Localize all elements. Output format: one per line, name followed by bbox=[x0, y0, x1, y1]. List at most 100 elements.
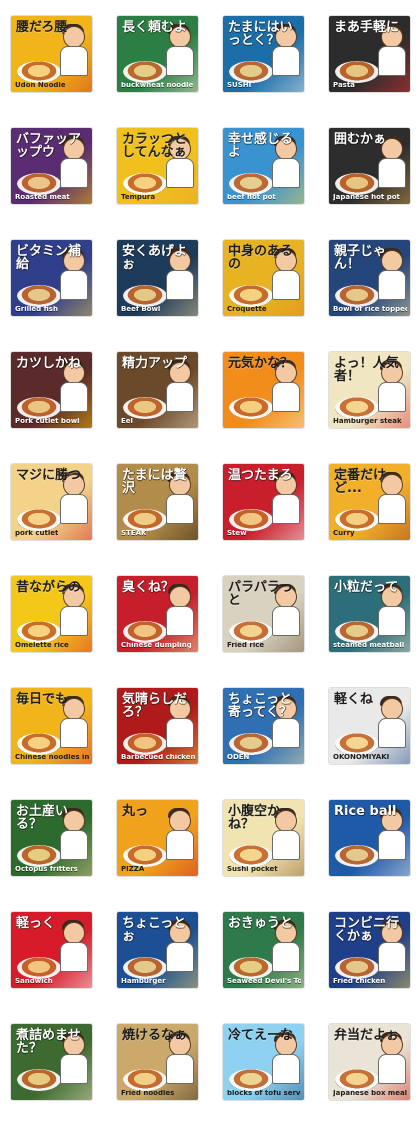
sticker-caption-english: steamed meatball dumplings bbox=[333, 642, 407, 649]
character-shirt bbox=[272, 270, 300, 300]
sticker-caption-english: blocks of tofu served cold bbox=[227, 1090, 301, 1097]
sticker-card[interactable]: 毎日でも Chinese noodles in soup bbox=[11, 688, 92, 764]
sticker-caption-japanese: 親子じゃん！ bbox=[334, 244, 387, 272]
sticker-caption-english: beef hot pot bbox=[227, 194, 276, 201]
sticker-caption-english: PIZZA bbox=[121, 866, 145, 873]
food-illustration bbox=[17, 173, 61, 195]
character-shirt bbox=[60, 718, 88, 748]
food-illustration bbox=[123, 173, 167, 195]
sticker-card[interactable]: 焼けるなぁ Fried noodles bbox=[117, 1024, 198, 1100]
sticker-card[interactable]: 小腹空かね？ Sushi pocket bbox=[223, 800, 304, 876]
sticker-card[interactable]: 煮詰めませた？ bbox=[11, 1024, 92, 1100]
food-illustration bbox=[123, 733, 167, 755]
food-illustration bbox=[229, 957, 273, 979]
character-shirt bbox=[60, 1054, 88, 1084]
character-shirt bbox=[378, 942, 406, 972]
food-illustration bbox=[229, 397, 273, 419]
sticker-card[interactable]: 昔ながらの Omelette rice bbox=[11, 576, 92, 652]
sticker-card[interactable]: おきゅうと Seaweed Devil's Tongue bbox=[223, 912, 304, 988]
sticker-caption-japanese: マジに勝つ bbox=[16, 468, 82, 483]
sticker-card[interactable]: 腰だろ腰 Udon Noodle bbox=[11, 16, 92, 92]
sticker-card[interactable]: 丸っ PIZZA bbox=[117, 800, 198, 876]
sticker-card[interactable]: 軽くね OKONOMIYAKI bbox=[329, 688, 410, 764]
sticker-caption-japanese: 焼けるなぁ bbox=[122, 1028, 188, 1043]
sticker-card[interactable]: パラパラっと Fried rice bbox=[223, 576, 304, 652]
sticker-caption-english: ODEN bbox=[227, 754, 250, 761]
character-shirt bbox=[166, 830, 194, 860]
sticker-card[interactable]: バファッアップウ Roasted meat bbox=[11, 128, 92, 204]
sticker-card[interactable]: 親子じゃん！ Bowl of rice topped with chicken a… bbox=[329, 240, 410, 316]
sticker-caption-japanese: おきゅうと bbox=[228, 916, 294, 931]
character-illustration bbox=[166, 808, 194, 860]
sticker-caption-english: Tempura bbox=[121, 194, 156, 201]
sticker-card[interactable]: マジに勝つ pork cutlet bbox=[11, 464, 92, 540]
sticker-caption-japanese: パラパラっと bbox=[228, 580, 293, 608]
character-shirt bbox=[60, 830, 88, 860]
sticker-card[interactable]: カツしかね Pork cutlet bowl bbox=[11, 352, 92, 428]
character-shirt bbox=[60, 606, 88, 636]
sticker-caption-english: Hamburger steak bbox=[333, 418, 402, 425]
food-illustration bbox=[229, 1069, 273, 1091]
sticker-card[interactable]: たまには贅沢 STEAK bbox=[117, 464, 198, 540]
sticker-card[interactable]: 弁当だよぉ Japanese box meal bbox=[329, 1024, 410, 1100]
character-shirt bbox=[272, 494, 300, 524]
character-shirt bbox=[166, 382, 194, 412]
character-shirt bbox=[378, 606, 406, 636]
sticker-card[interactable]: まあ手軽に Pasta bbox=[329, 16, 410, 92]
sticker-card[interactable]: コンビニ行くかぁ Fried chicken bbox=[329, 912, 410, 988]
character-shirt bbox=[272, 606, 300, 636]
food-illustration bbox=[335, 397, 379, 419]
food-illustration bbox=[17, 845, 61, 867]
sticker-card[interactable]: 元気かな？ bbox=[223, 352, 304, 428]
food-illustration bbox=[123, 397, 167, 419]
sticker-card[interactable]: 小粒だって steamed meatball dumplings bbox=[329, 576, 410, 652]
sticker-card[interactable]: Rice ball bbox=[329, 800, 410, 876]
character-shirt bbox=[60, 942, 88, 972]
character-head bbox=[381, 698, 403, 720]
sticker-card[interactable]: 臭くね？ Chinese dumpling bbox=[117, 576, 198, 652]
sticker-card[interactable]: ビタミン補給 Grilled fish bbox=[11, 240, 92, 316]
sticker-card[interactable]: 軽っく Sandwich bbox=[11, 912, 92, 988]
sticker-caption-japanese: 腰だろ腰 bbox=[16, 20, 68, 35]
sticker-caption-english: Bowl of rice topped with chicken and egg bbox=[333, 306, 407, 313]
sticker-card[interactable]: たまにはいっとく？ SUSHI bbox=[223, 16, 304, 92]
food-illustration bbox=[17, 509, 61, 531]
sticker-card[interactable]: 冷てえーな blocks of tofu served cold bbox=[223, 1024, 304, 1100]
sticker-card[interactable]: カラッつとしてんなぁ Tempura bbox=[117, 128, 198, 204]
sticker-caption-japanese: よっ！人気者！ bbox=[334, 356, 399, 384]
sticker-card[interactable]: よっ！人気者！ Hamburger steak bbox=[329, 352, 410, 428]
sticker-caption-japanese: 煮詰めませた？ bbox=[16, 1028, 81, 1056]
sticker-caption-english: Fried noodles bbox=[121, 1090, 175, 1097]
sticker-card[interactable]: 精力アップ Eel bbox=[117, 352, 198, 428]
character-illustration bbox=[378, 696, 406, 748]
sticker-caption-english: SUSHI bbox=[227, 82, 252, 89]
sticker-card[interactable]: お土産いる？ Octopus fritters bbox=[11, 800, 92, 876]
sticker-card[interactable]: 温つたまろ Stew bbox=[223, 464, 304, 540]
sticker-caption-english: Fried chicken bbox=[333, 978, 386, 985]
character-shirt bbox=[166, 158, 194, 188]
sticker-caption-english: Omelette rice bbox=[15, 642, 69, 649]
character-shirt bbox=[272, 382, 300, 412]
sticker-card[interactable]: ちょこっと寄ってく？ ODEN bbox=[223, 688, 304, 764]
sticker-caption-japanese: カラッつとしてんなぁ bbox=[122, 132, 188, 160]
sticker-card[interactable]: 中身のあるの Croquette bbox=[223, 240, 304, 316]
sticker-caption-english: Pork cutlet bowl bbox=[15, 418, 80, 425]
sticker-caption-english: buckwheat noodle bbox=[121, 82, 194, 89]
character-shirt bbox=[60, 494, 88, 524]
sticker-caption-english: Croquette bbox=[227, 306, 267, 313]
sticker-caption-japanese: 軽っく bbox=[16, 916, 56, 931]
sticker-card[interactable]: 囲むかぁ Japanese hot pot bbox=[329, 128, 410, 204]
sticker-caption-english: Sushi pocket bbox=[227, 866, 278, 873]
sticker-card[interactable]: 幸せ感じるよ beef hot pot bbox=[223, 128, 304, 204]
sticker-card[interactable]: ちょこっとぉ Hamburger bbox=[117, 912, 198, 988]
sticker-card[interactable]: 気晴らしだろ？ Barbecued chicken bbox=[117, 688, 198, 764]
sticker-caption-english: Chinese dumpling bbox=[121, 642, 192, 649]
character-shirt bbox=[378, 46, 406, 76]
food-illustration bbox=[17, 957, 61, 979]
sticker-card[interactable]: 長く頼むよ buckwheat noodle bbox=[117, 16, 198, 92]
sticker-caption-japanese: たまにはいっとく？ bbox=[228, 20, 293, 48]
sticker-card[interactable]: 定番だけど... Curry bbox=[329, 464, 410, 540]
sticker-card[interactable]: 安くあげよぉ Beef Bowl bbox=[117, 240, 198, 316]
character-shirt bbox=[60, 46, 88, 76]
sticker-caption-english: Barbecued chicken bbox=[121, 754, 195, 761]
